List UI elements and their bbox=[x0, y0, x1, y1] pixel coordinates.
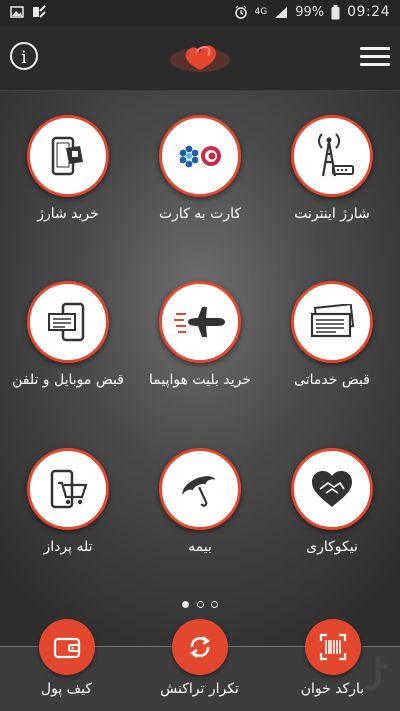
app-notification-icon bbox=[33, 5, 46, 18]
barcode-circle[interactable] bbox=[304, 619, 361, 675]
airplane-icon bbox=[174, 307, 225, 337]
tile-buy-charge[interactable]: خرید شارژ bbox=[3, 115, 133, 222]
heart-hands-icon bbox=[312, 471, 352, 507]
tile-circle[interactable] bbox=[27, 281, 109, 363]
umbrella-icon bbox=[182, 476, 216, 507]
tile-circle[interactable] bbox=[159, 448, 241, 530]
info-button[interactable]: i bbox=[10, 42, 38, 70]
tile-label: قبض خدماتی bbox=[294, 372, 370, 388]
tile-circle[interactable] bbox=[27, 448, 109, 530]
signal-icon bbox=[275, 6, 288, 18]
tile-circle[interactable] bbox=[291, 115, 373, 197]
tile-label: نیکوکاری bbox=[306, 539, 358, 555]
alarm-icon bbox=[234, 5, 247, 19]
phone-cart-icon bbox=[50, 469, 88, 509]
app-screen: 4G 99% 09:24 i خرید شارژ کارت به کارت شا… bbox=[0, 0, 400, 711]
repeat-circle[interactable] bbox=[171, 619, 228, 675]
tile-label: خرید بلیت هواپیما bbox=[148, 372, 251, 388]
repeat-label: تکرار تراکنش bbox=[160, 681, 239, 697]
tile-flight-ticket[interactable]: خرید بلیت هواپیما bbox=[135, 281, 265, 388]
phone-sim-icon bbox=[51, 136, 83, 176]
app-header: i bbox=[0, 26, 400, 91]
utility-bill-icon bbox=[310, 304, 355, 338]
status-bar: 4G 99% 09:24 bbox=[0, 0, 400, 26]
wallet-button[interactable]: کیف پول bbox=[0, 619, 133, 697]
barcode-icon bbox=[319, 633, 346, 661]
card-to-card-icon bbox=[179, 145, 221, 168]
tile-label: کارت به کارت bbox=[158, 206, 242, 222]
tile-circle[interactable] bbox=[159, 281, 241, 363]
tile-internet-charge[interactable]: شارژ اینترنت bbox=[267, 115, 397, 222]
page-dot[interactable] bbox=[196, 601, 204, 608]
phone-bill-icon bbox=[48, 302, 85, 342]
tile-phone-bill[interactable]: قبض موبایل و تلفن bbox=[3, 281, 133, 388]
battery-percent: 99% bbox=[295, 4, 325, 20]
battery-icon bbox=[331, 4, 340, 19]
tile-telepardaz[interactable]: تله پرداز bbox=[3, 448, 133, 555]
tile-circle[interactable] bbox=[291, 448, 373, 530]
image-icon bbox=[10, 6, 24, 18]
watermark-logo bbox=[364, 656, 387, 691]
repeat-icon bbox=[189, 636, 210, 658]
wallet-icon bbox=[53, 637, 80, 659]
status-right: 4G 99% 09:24 bbox=[234, 4, 390, 20]
tile-circle[interactable] bbox=[27, 115, 109, 197]
page-dot[interactable] bbox=[210, 601, 218, 608]
network-type: 4G bbox=[254, 7, 268, 17]
page-dot-active[interactable] bbox=[182, 601, 190, 608]
tile-label: بیمه bbox=[188, 539, 212, 555]
tile-label: قبض موبایل و تلفن bbox=[12, 372, 124, 388]
wallet-label: کیف پول bbox=[40, 681, 93, 697]
repeat-transaction-button[interactable]: تکرار تراکنش bbox=[133, 619, 266, 697]
tile-card-to-card[interactable]: کارت به کارت bbox=[135, 115, 265, 222]
tile-label: تله پرداز bbox=[43, 539, 93, 555]
tile-charity[interactable]: نیکوکاری bbox=[267, 448, 397, 555]
wallet-circle[interactable] bbox=[38, 619, 95, 675]
tile-label: خرید شارژ bbox=[37, 206, 99, 222]
status-left-icons bbox=[10, 5, 46, 19]
app-logo bbox=[170, 45, 230, 72]
tile-label: شارژ اینترنت bbox=[294, 206, 370, 222]
tile-circle[interactable] bbox=[291, 281, 373, 363]
internet-tower-icon bbox=[318, 133, 354, 177]
clock: 09:24 bbox=[347, 4, 390, 20]
tile-utility-bill[interactable]: قبض خدماتی bbox=[267, 281, 397, 388]
hamburger-menu-icon[interactable] bbox=[360, 47, 390, 67]
page-indicator bbox=[0, 593, 400, 612]
tile-circle[interactable] bbox=[159, 115, 241, 197]
bottom-bar: کیف پول تکرار تراکنش بارکد خوان bbox=[0, 619, 400, 711]
tile-insurance[interactable]: بیمه bbox=[135, 448, 265, 555]
